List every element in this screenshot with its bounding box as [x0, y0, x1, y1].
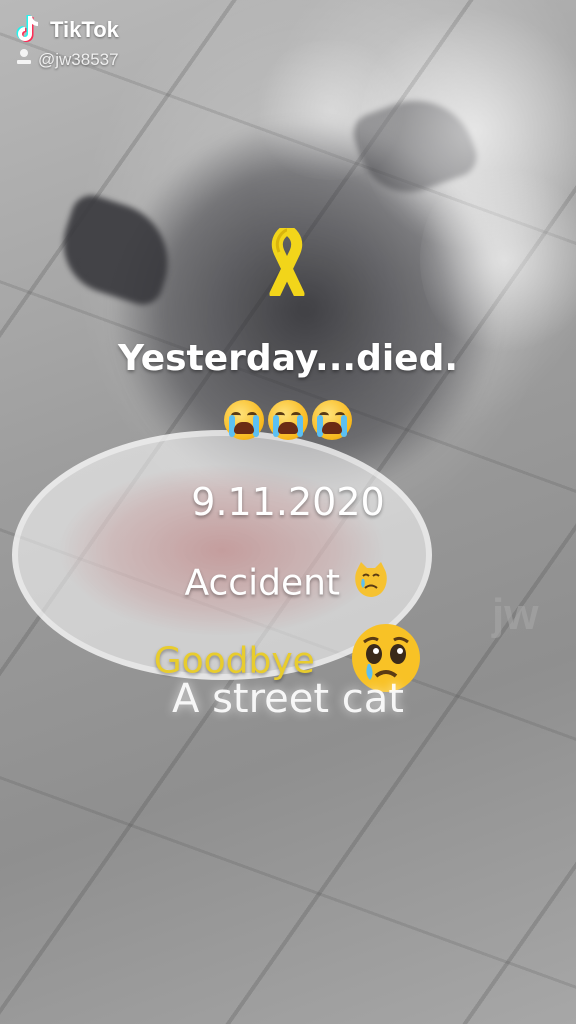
accident-text: Accident	[184, 562, 341, 604]
smoke-cloud	[250, 40, 410, 180]
street-cat-text: A street cat	[172, 676, 404, 722]
username: @jw38537	[38, 49, 119, 69]
brand-name: TikTok	[50, 17, 119, 42]
corner-watermark: jw	[492, 590, 539, 639]
loudly-crying-face-icon	[268, 400, 308, 440]
smoke-cloud	[420, 160, 576, 360]
accident-line: Accident	[0, 560, 576, 609]
tiktok-logo-icon	[14, 14, 44, 46]
loudly-crying-face-icon	[312, 400, 352, 440]
loudly-crying-face-icon	[224, 400, 264, 440]
yesterday-text: Yesterday...died.	[117, 338, 459, 379]
user-icon	[16, 48, 32, 71]
tiktok-watermark: TikTok @jw38537	[14, 14, 119, 71]
yellow-ribbon-icon	[255, 224, 319, 300]
date-text: 9.11.2020	[191, 480, 385, 524]
crying-cat-face-icon	[351, 560, 391, 609]
crying-emoji-row	[0, 400, 576, 440]
